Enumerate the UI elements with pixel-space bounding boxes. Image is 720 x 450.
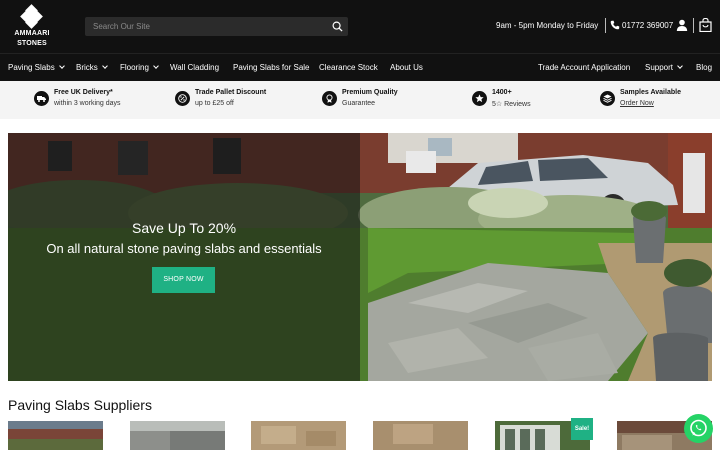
usp-title: Free UK Delivery*	[54, 89, 113, 96]
chevron-down-icon	[153, 63, 159, 69]
usp-subtitle: Guarantee	[342, 100, 376, 107]
sale-badge: Sale!	[571, 418, 593, 440]
nav-item-label: Blog	[696, 63, 713, 72]
shop-now-button[interactable]: SHOP NOW	[152, 267, 215, 293]
nav-item-bricks[interactable]: Bricks	[76, 63, 108, 72]
chevron-down-icon	[101, 63, 108, 69]
nav-item-label: Support	[645, 63, 674, 72]
star-icon	[472, 91, 487, 106]
nav-item-label: Wall Cladding	[170, 63, 220, 72]
site-logo[interactable]: AMMAARI STONES	[10, 4, 54, 48]
medal-icon	[322, 91, 337, 106]
section-title: Paving Slabs Suppliers	[8, 397, 152, 413]
product-image	[8, 421, 103, 450]
truck-icon	[34, 91, 49, 106]
search-box	[85, 17, 348, 36]
order-samples-link[interactable]: Order Now	[620, 100, 654, 107]
product-card[interactable]	[251, 421, 346, 450]
opening-hours: 9am - 5pm Monday to Friday	[496, 21, 599, 30]
whatsapp-icon	[690, 419, 707, 437]
hero-banner: Save Up To 20% On all natural stone pavi…	[8, 133, 712, 381]
nav-item-about-us[interactable]: About Us	[390, 63, 423, 72]
product-card[interactable]	[373, 421, 468, 450]
cart-icon[interactable]	[699, 18, 712, 32]
product-image	[130, 421, 225, 450]
nav-item-wall-cladding[interactable]: Wall Cladding	[170, 63, 219, 72]
whatsapp-chat-button[interactable]	[684, 414, 713, 443]
main-navigation: Paving Slabs Bricks Flooring Wall Claddi…	[0, 53, 720, 81]
nav-item-trade-account[interactable]: Trade Account Application	[538, 63, 630, 72]
nav-item-label: Paving Slabs for Sale	[233, 63, 310, 72]
site-header: AMMAARI STONES 9am - 5pm Monday to Frida…	[0, 0, 720, 53]
nav-item-label: Flooring	[120, 63, 149, 72]
nav-item-clearance-stock[interactable]: Clearance Stock	[319, 63, 378, 72]
product-card[interactable]	[130, 421, 225, 450]
product-card[interactable]	[8, 421, 103, 450]
account-icon[interactable]	[676, 19, 688, 31]
logo-text-line2: STONES	[17, 40, 47, 47]
nav-item-label: Trade Account Application	[538, 63, 631, 72]
product-image	[251, 421, 346, 450]
search-icon[interactable]	[332, 21, 343, 32]
nav-item-flooring[interactable]: Flooring	[120, 63, 159, 72]
chevron-down-icon	[677, 63, 683, 69]
discount-icon	[175, 91, 190, 106]
hero-overlay	[8, 133, 360, 381]
usp-subtitle: 5☆ Reviews	[492, 101, 531, 108]
usp-title: 1400+	[492, 89, 512, 96]
hero-subtitle: On all natural stone paving slabs and es…	[46, 241, 322, 256]
nav-item-label: Clearance Stock	[319, 63, 378, 72]
usp-subtitle: up to £25 off	[195, 100, 234, 107]
search-input[interactable]	[85, 17, 325, 36]
usp-title: Premium Quality	[342, 89, 398, 96]
nav-item-paving-slabs[interactable]: Paving Slabs	[8, 63, 65, 72]
nav-item-blog[interactable]: Blog	[696, 63, 712, 72]
logo-mark-icon	[20, 4, 43, 29]
nav-item-paving-slabs-for-sale[interactable]: Paving Slabs for Sale	[233, 63, 310, 72]
nav-item-support[interactable]: Support	[645, 63, 683, 72]
header-divider	[605, 18, 606, 33]
usp-bar: Free UK Delivery* within 3 working days …	[0, 81, 720, 119]
logo-text-line1: AMMAARI	[14, 30, 50, 37]
nav-item-label: Bricks	[76, 63, 98, 72]
usp-title: Trade Pallet Discount	[195, 89, 267, 96]
phone-number[interactable]: 01772 369007	[622, 21, 673, 30]
hero-title: Save Up To 20%	[131, 220, 237, 236]
usp-subtitle: within 3 working days	[54, 100, 121, 107]
usp-title: Samples Available	[620, 89, 681, 96]
product-image	[373, 421, 468, 450]
phone-icon	[610, 20, 620, 30]
samples-icon	[600, 91, 615, 106]
nav-item-label: Paving Slabs	[8, 63, 55, 72]
chevron-down-icon	[58, 63, 65, 69]
header-divider	[693, 18, 694, 33]
nav-item-label: About Us	[390, 63, 423, 72]
